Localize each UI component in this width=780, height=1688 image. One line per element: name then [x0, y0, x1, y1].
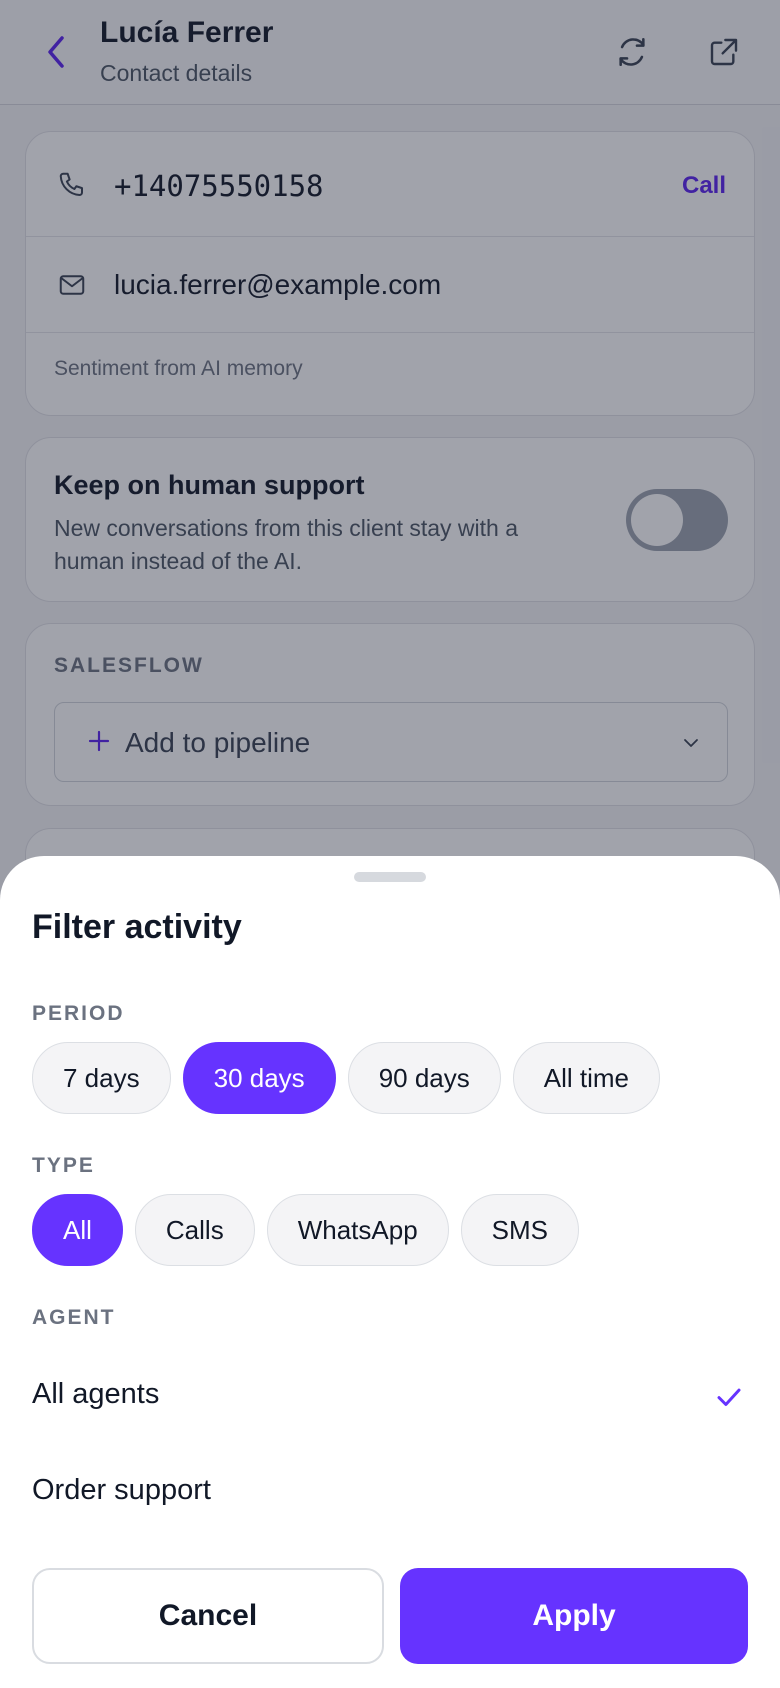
period-label: PERIOD	[32, 1002, 125, 1025]
agent-option-order-support[interactable]: Order support	[0, 1444, 780, 1540]
type-chip-whatsapp[interactable]: WhatsApp	[266, 1194, 449, 1266]
sheet-grabber[interactable]	[354, 872, 426, 882]
period-chip-30-days[interactable]: 30 days	[182, 1042, 336, 1114]
filter-sheet: Filter activity PERIOD 7 days 30 days 90…	[0, 856, 780, 1688]
agent-option-label: All agents	[32, 1378, 160, 1410]
agent-option-label: Order support	[32, 1474, 211, 1506]
period-chip-7-days[interactable]: 7 days	[32, 1042, 171, 1114]
period-chip-90-days[interactable]: 90 days	[347, 1042, 501, 1114]
cancel-button[interactable]: Cancel	[32, 1568, 384, 1664]
sheet-title: Filter activity	[32, 908, 242, 946]
type-chip-all[interactable]: All	[32, 1194, 123, 1266]
type-chip-sms[interactable]: SMS	[460, 1194, 579, 1266]
agent-label: AGENT	[32, 1306, 116, 1329]
type-chip-calls[interactable]: Calls	[134, 1194, 255, 1266]
period-chips: 7 days 30 days 90 days All time	[32, 1042, 661, 1114]
type-label: TYPE	[32, 1154, 95, 1177]
apply-button[interactable]: Apply	[400, 1568, 748, 1664]
check-icon	[712, 1380, 746, 1414]
agent-option-all-agents[interactable]: All agents	[0, 1348, 780, 1444]
type-chips: All Calls WhatsApp SMS	[32, 1194, 579, 1266]
period-chip-all-time[interactable]: All time	[512, 1042, 661, 1114]
